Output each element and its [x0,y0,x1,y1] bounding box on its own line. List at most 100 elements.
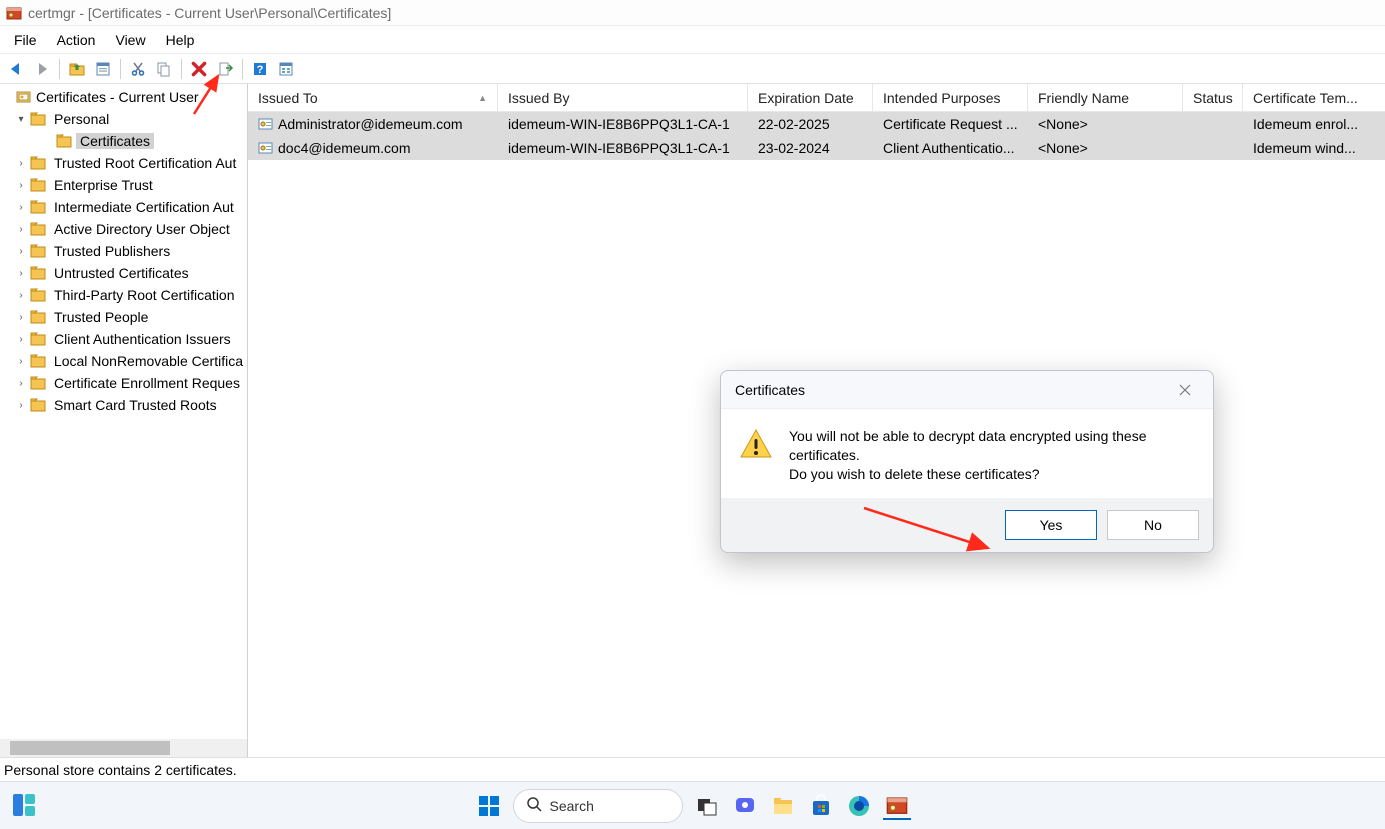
cert-row[interactable]: doc4@idemeum.com idemeum-WIN-IE8B6PPQ3L1… [248,136,1385,160]
col-template[interactable]: Certificate Tem... [1243,84,1385,111]
chevron-right-icon[interactable]: › [14,224,28,235]
tree-item-label: Trusted Root Certification Aut [50,155,240,171]
chevron-right-icon[interactable]: › [14,334,28,345]
store-button[interactable] [807,792,835,820]
cell-friendly: <None> [1028,116,1183,132]
folder-icon [30,288,46,302]
cell-friendly: <None> [1028,140,1183,156]
menu-view[interactable]: View [105,28,155,52]
cut-button[interactable] [126,57,150,81]
menu-file[interactable]: File [4,28,47,52]
chevron-right-icon[interactable]: › [14,378,28,389]
chevron-right-icon[interactable]: › [14,356,28,367]
chevron-right-icon[interactable]: › [14,246,28,257]
yes-button[interactable]: Yes [1005,510,1097,540]
chevron-right-icon[interactable]: › [14,202,28,213]
file-explorer-button[interactable] [769,792,797,820]
window-title: certmgr - [Certificates - Current User\P… [28,5,391,21]
no-button[interactable]: No [1107,510,1199,540]
tree-item[interactable]: › Local NonRemovable Certifica [0,350,247,372]
col-expiration[interactable]: Expiration Date [748,84,873,111]
warning-icon [739,427,773,484]
chevron-right-icon[interactable]: › [14,400,28,411]
forward-button[interactable] [30,57,54,81]
tree-item[interactable]: ›Enterprise Trust [0,174,247,196]
cell-issued-by: idemeum-WIN-IE8B6PPQ3L1-CA-1 [498,140,748,156]
cert-row[interactable]: Administrator@idemeum.com idemeum-WIN-IE… [248,112,1385,136]
cell-issued-by: idemeum-WIN-IE8B6PPQ3L1-CA-1 [498,116,748,132]
tree-item[interactable]: ›Smart Card Trusted Roots [0,394,247,416]
toolbar-separator [59,59,60,79]
scrollbar-thumb[interactable] [10,741,170,755]
folder-icon [30,244,46,258]
tree-item[interactable]: ›Untrusted Certificates [0,262,247,284]
tree-item[interactable]: ›Intermediate Certification Aut [0,196,247,218]
tree-root[interactable]: Certificates - Current User [0,86,247,108]
widgets-button[interactable] [6,787,42,823]
taskbar-search[interactable]: Search [513,789,683,823]
chevron-right-icon[interactable]: › [14,158,28,169]
task-view-button[interactable] [693,792,721,820]
folder-icon [30,354,46,368]
folder-icon [30,376,46,390]
tree-item-label: Certificate Enrollment Reques [50,375,244,391]
chevron-down-icon[interactable]: ▾ [14,114,28,125]
up-folder-button[interactable] [65,57,89,81]
col-status[interactable]: Status [1183,84,1243,111]
tree-item[interactable]: › Certificate Enrollment Reques [0,372,247,394]
taskbar: Search [0,781,1385,829]
tree-item-personal[interactable]: ▾ Personal [0,108,247,130]
help-button[interactable]: ? [248,57,272,81]
dialog-title-text: Certificates [735,382,805,398]
cell-template: Idemeum enrol... [1243,116,1385,132]
col-issued-by[interactable]: Issued By [498,84,748,111]
start-button[interactable] [475,792,503,820]
chevron-right-icon[interactable]: › [14,312,28,323]
tree-item[interactable]: › Trusted Root Certification Aut [0,152,247,174]
tree-item[interactable]: ›Client Authentication Issuers [0,328,247,350]
menu-bar: File Action View Help [0,26,1385,54]
folder-icon [30,310,46,324]
title-bar: certmgr - [Certificates - Current User\P… [0,0,1385,26]
toolbar-separator [242,59,243,79]
menu-action[interactable]: Action [47,28,106,52]
sort-asc-icon: ▲ [478,93,487,103]
certificate-store-icon [16,89,32,106]
dialog-close-button[interactable] [1165,376,1205,404]
chat-button[interactable] [731,792,759,820]
folder-icon [30,156,46,170]
dialog-footer: Yes No [721,498,1213,552]
tree-root-label: Certificates - Current User [32,89,203,105]
col-label: Issued To [258,90,318,106]
svg-text:?: ? [257,64,264,76]
tree-item-certificates[interactable]: Certificates [0,130,247,152]
tree-item[interactable]: ›Third-Party Root Certification [0,284,247,306]
delete-button[interactable] [187,57,211,81]
tree-pane: Certificates - Current User ▾ Personal C… [0,84,248,757]
col-issued-to[interactable]: Issued To ▲ [248,84,498,111]
chevron-right-icon[interactable]: › [14,180,28,191]
tree-content[interactable]: Certificates - Current User ▾ Personal C… [0,84,247,739]
dialog-titlebar[interactable]: Certificates [721,371,1213,409]
tree-item[interactable]: ›Trusted People [0,306,247,328]
tree-hscrollbar[interactable] [0,739,247,757]
tree-item-label: Local NonRemovable Certifica [50,353,247,369]
menu-help[interactable]: Help [156,28,205,52]
certmgr-taskbar-button[interactable] [883,792,911,820]
export-button[interactable] [213,57,237,81]
folder-icon [30,398,46,412]
col-purposes[interactable]: Intended Purposes [873,84,1028,111]
chevron-right-icon[interactable]: › [14,268,28,279]
tree-item[interactable]: ›Trusted Publishers [0,240,247,262]
manage-button[interactable] [274,57,298,81]
back-button[interactable] [4,57,28,81]
chevron-right-icon[interactable]: › [14,290,28,301]
col-friendly[interactable]: Friendly Name [1028,84,1183,111]
copy-button[interactable] [152,57,176,81]
folder-icon [30,266,46,280]
tree-item[interactable]: › Active Directory User Object [0,218,247,240]
tree-item-label: Active Directory User Object [50,221,234,237]
edge-button[interactable] [845,792,873,820]
folder-icon [30,178,46,192]
show-properties-button[interactable] [91,57,115,81]
